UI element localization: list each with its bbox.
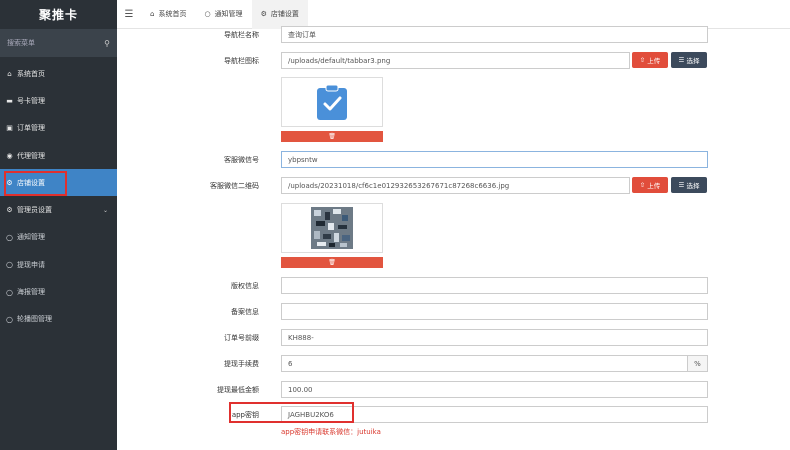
kefu-qr-input[interactable]: /uploads/20231018/cf6c1e012932653267671c… — [281, 177, 630, 194]
withdraw-fee-input[interactable]: 6 — [281, 355, 688, 372]
app-key-input[interactable]: JAGHBU2KO6 — [281, 406, 708, 423]
file-icon: ▣ — [6, 124, 13, 133]
sidebar-item-label: 管理员设置 — [17, 206, 52, 215]
kefu-wechat-input[interactable]: ybpsntw — [281, 151, 708, 168]
trash-icon: 🗑 — [328, 133, 336, 140]
sidebar-item-label: 通知管理 — [17, 233, 45, 242]
upload-label: 上传 — [647, 57, 661, 65]
nav-icon-preview — [281, 77, 383, 127]
circle-icon: ○ — [204, 10, 211, 18]
nav-icon-input[interactable]: /uploads/default/tabbar3.png — [281, 52, 630, 69]
tab-home[interactable]: ⌂ 系统首页 — [141, 0, 195, 29]
search-icon[interactable]: ⚲ — [104, 39, 110, 48]
gears-icon: ⚙ — [6, 206, 13, 215]
nav-icon-delete-button[interactable]: 🗑 — [281, 131, 383, 142]
nav-icon-choose-button[interactable]: ☰ 选择 — [671, 52, 707, 68]
choose-label: 选择 — [686, 182, 700, 190]
gears-icon: ⚙ — [260, 10, 267, 18]
nav-icon-label: 导航栏图标 — [224, 56, 259, 65]
home-icon: ⌂ — [150, 10, 155, 18]
home-icon: ⌂ — [7, 69, 12, 78]
settings-form: 导航栏名称 查询订单 导航栏图标 /uploads/default/tabbar… — [117, 26, 790, 450]
sidebar-item-withdrawals[interactable]: ○ 提现申请 — [0, 251, 117, 278]
beian-input[interactable] — [281, 303, 708, 320]
sidebar-item-label: 号卡管理 — [17, 96, 45, 105]
sidebar-item-home[interactable]: ⌂ 系统首页 — [0, 60, 117, 87]
nav-name-label: 导航栏名称 — [224, 30, 259, 39]
tab-notices[interactable]: ○ 通知管理 — [195, 0, 251, 29]
circle-icon: ○ — [6, 260, 13, 270]
list-icon: ☰ — [678, 181, 687, 189]
nav-icon-upload-button[interactable]: ⇧ 上传 — [632, 52, 668, 68]
upload-icon: ⇧ — [639, 56, 648, 64]
upload-icon: ⇧ — [639, 181, 648, 189]
gears-icon: ⚙ — [6, 178, 13, 187]
menu-toggle-icon[interactable]: ☰ — [117, 9, 141, 20]
top-tab-bar: ☰ ⌂ 系统首页 ○ 通知管理 ⚙ 店铺设置 — [117, 0, 790, 29]
sidebar-item-admin-settings[interactable]: ⚙ 管理员设置 ⌄ — [0, 196, 117, 223]
sidebar-item-orders[interactable]: ▣ 订单管理 — [0, 115, 117, 142]
tab-label: 系统首页 — [158, 10, 187, 18]
choose-label: 选择 — [686, 57, 700, 65]
order-prefix-input[interactable]: KH888- — [281, 329, 708, 346]
kefu-wechat-label: 客服微信号 — [224, 155, 259, 164]
withdraw-min-input[interactable]: 100.00 — [281, 381, 708, 398]
users-icon: ◉ — [6, 151, 13, 160]
sidebar-item-label: 店铺设置 — [17, 178, 45, 187]
kefu-qr-choose-button[interactable]: ☰ 选择 — [671, 177, 707, 193]
brand-title: 聚推卡 — [0, 0, 117, 29]
chevron-down-icon: ⌄ — [102, 206, 108, 214]
sidebar-item-notices[interactable]: ○ 通知管理 — [0, 224, 117, 251]
clipboard-check-icon — [317, 84, 347, 120]
kefu-qr-preview — [281, 203, 383, 253]
sidebar-item-label: 订单管理 — [17, 124, 45, 133]
upload-label: 上传 — [647, 182, 661, 190]
sidebar-item-label: 海报管理 — [17, 288, 45, 297]
sidebar-item-label: 轮播图管理 — [17, 315, 52, 324]
sidebar-item-label: 代理管理 — [17, 151, 45, 160]
qr-image — [311, 207, 353, 249]
app-key-hint: app密钥申请联系微信：jutuika — [281, 428, 381, 436]
menu-search-input[interactable] — [7, 39, 105, 47]
card-icon: ▬ — [6, 96, 13, 105]
tab-shop-settings[interactable]: ⚙ 店铺设置 — [251, 0, 308, 29]
tab-label: 通知管理 — [214, 10, 243, 18]
nav-name-input[interactable]: 查询订单 — [281, 26, 708, 43]
sidebar-item-posters[interactable]: ○ 海报管理 — [0, 278, 117, 305]
app-key-label: app密钥 — [231, 410, 259, 419]
circle-icon: ○ — [6, 232, 13, 242]
kefu-qr-delete-button[interactable]: 🗑 — [281, 257, 383, 268]
beian-label: 备案信息 — [231, 307, 259, 316]
kefu-qr-upload-button[interactable]: ⇧ 上传 — [632, 177, 668, 193]
sidebar-item-agents[interactable]: ◉ 代理管理 — [0, 142, 117, 169]
circle-icon: ○ — [6, 314, 13, 324]
tab-label: 店铺设置 — [270, 10, 299, 18]
percent-addon: % — [688, 355, 708, 372]
circle-icon: ○ — [6, 287, 13, 297]
withdraw-min-label: 提现最低金额 — [217, 385, 259, 394]
sidebar-nav: ⌂ 系统首页 ▬ 号卡管理 ▣ 订单管理 ◉ 代理管理 ⚙ 店铺设置 ⚙ 管理员… — [0, 60, 117, 333]
order-prefix-label: 订单号前缀 — [224, 333, 259, 342]
sidebar-item-label: 系统首页 — [17, 69, 45, 78]
copyright-input[interactable] — [281, 277, 708, 294]
withdraw-fee-label: 提现手续费 — [224, 359, 259, 368]
sidebar-item-carousel[interactable]: ○ 轮播图管理 — [0, 306, 117, 333]
list-icon: ☰ — [678, 56, 687, 64]
trash-icon: 🗑 — [328, 259, 336, 266]
sidebar-item-shop-settings[interactable]: ⚙ 店铺设置 — [0, 169, 117, 197]
kefu-qr-label: 客服微信二维码 — [210, 181, 259, 190]
menu-search: ⚲ — [0, 29, 117, 57]
sidebar-item-cards[interactable]: ▬ 号卡管理 — [0, 87, 117, 114]
copyright-label: 版权信息 — [231, 281, 259, 290]
sidebar-item-label: 提现申请 — [17, 260, 45, 269]
sidebar: 聚推卡 ⚲ ⌂ 系统首页 ▬ 号卡管理 ▣ 订单管理 ◉ 代理管理 ⚙ 店铺设置… — [0, 0, 117, 450]
